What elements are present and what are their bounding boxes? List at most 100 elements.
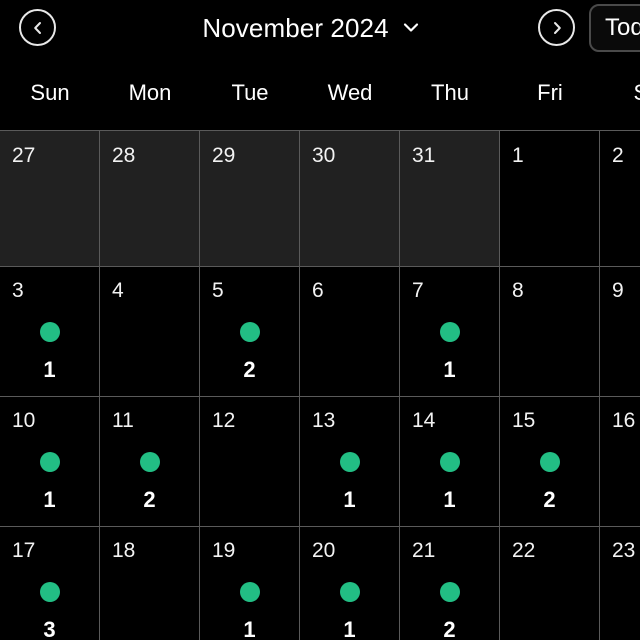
day-number: 15	[512, 409, 536, 432]
day-cell[interactable]: 21 2	[400, 527, 500, 640]
day-number: 9	[612, 279, 624, 302]
event-count: 2	[443, 617, 456, 640]
day-number: 12	[212, 409, 236, 432]
day-cell[interactable]: 91	[600, 267, 640, 396]
day-number: 1	[512, 144, 524, 167]
day-number: 21	[412, 539, 436, 562]
day-number: 3	[12, 279, 24, 302]
weekday-label-wed: Wed	[327, 80, 373, 105]
day-number: 5	[212, 279, 224, 302]
day-cell[interactable]: 4	[100, 267, 200, 396]
calendar-grid: 2728293031123145267189110111212131141152…	[0, 130, 640, 640]
day-cell[interactable]: 2	[600, 131, 640, 266]
previous-month-button[interactable]	[19, 9, 56, 46]
day-cell[interactable]: 23 1	[600, 527, 640, 640]
weekday-label-fri: Fri	[537, 80, 563, 105]
event-dot-icon	[39, 322, 60, 342]
calendar-week-row: 27 28 29 30 31 1 2	[0, 131, 640, 267]
calendar-screen: November 2024 Today Sun Mon Tue Wed Thu …	[0, 0, 640, 640]
day-number: 30	[312, 144, 336, 167]
day-cell[interactable]: 29	[200, 131, 300, 266]
day-number: 19	[212, 539, 236, 562]
day-number: 20	[312, 539, 336, 562]
event-count: 1	[600, 619, 640, 640]
day-cell[interactable]: 12	[200, 397, 300, 526]
event-count: 1	[343, 617, 356, 640]
event-count: 3	[43, 617, 56, 640]
day-cell[interactable]: 31	[0, 267, 100, 396]
day-number: 28	[112, 144, 136, 167]
day-number: 10	[12, 409, 36, 432]
day-number: 6	[312, 279, 324, 302]
day-cell[interactable]: 6	[300, 267, 400, 396]
day-cell[interactable]: 31	[400, 131, 500, 266]
calendar-week-row: 10 1 11 2 12 13 1 14 1 15 2 16	[0, 397, 640, 527]
day-number: 13	[312, 409, 336, 432]
event-count: 1	[443, 357, 456, 382]
day-cell[interactable]: 11 2	[100, 397, 200, 526]
calendar-week-row: 1731819120121222231	[0, 527, 640, 640]
event-count: 1	[43, 487, 56, 512]
weekday-label-sat: Sat	[600, 56, 640, 130]
chevron-down-icon	[400, 16, 422, 41]
chevron-left-icon	[30, 20, 46, 36]
day-cell[interactable]: 14 1	[400, 397, 500, 526]
calendar-week-row: 31452671891	[0, 267, 640, 397]
day-number: 7	[412, 279, 424, 302]
day-number: 17	[12, 539, 36, 562]
day-number: 16	[612, 409, 636, 432]
day-cell[interactable]: 8	[500, 267, 600, 396]
day-cell[interactable]: 22	[500, 527, 600, 640]
event-count: 1	[343, 487, 356, 512]
event-count: 2	[543, 487, 556, 512]
day-cell[interactable]: 71	[400, 267, 500, 396]
event-dot-icon	[239, 322, 260, 342]
event-dot-icon	[439, 452, 460, 472]
weekday-label-thu: Thu	[431, 80, 469, 105]
day-number: 23	[612, 539, 636, 562]
event-dot-icon	[539, 452, 560, 472]
page-title: November 2024	[202, 13, 389, 43]
day-number: 8	[512, 279, 524, 302]
day-number: 22	[512, 539, 536, 562]
day-cell[interactable]: 30	[300, 131, 400, 266]
event-dot-icon	[439, 582, 460, 602]
event-dot-icon	[339, 582, 360, 602]
today-button[interactable]: Today	[589, 4, 640, 52]
day-number: 31	[412, 144, 436, 167]
day-cell[interactable]: 52	[200, 267, 300, 396]
event-count: 1	[243, 617, 256, 640]
day-number: 27	[12, 144, 36, 167]
event-count: 1	[600, 359, 640, 381]
day-number: 14	[412, 409, 436, 432]
event-dot-icon	[139, 452, 160, 472]
day-number: 4	[112, 279, 124, 302]
weekday-header-row: Sun Mon Tue Wed Thu Fri Sat	[0, 56, 640, 130]
weekday-label-sun: Sun	[30, 80, 70, 105]
event-dot-icon	[39, 582, 60, 602]
event-dot-icon	[39, 452, 60, 472]
day-cell[interactable]: 1	[500, 131, 600, 266]
event-count: 1	[43, 357, 56, 382]
day-cell[interactable]: 16	[600, 397, 640, 526]
calendar-header: November 2024 Today	[0, 0, 640, 56]
day-cell[interactable]: 18	[100, 527, 200, 640]
day-cell[interactable]: 27	[0, 131, 100, 266]
next-month-button[interactable]	[538, 9, 575, 46]
event-dot-icon	[239, 582, 260, 602]
day-number: 18	[112, 539, 136, 562]
day-number: 2	[612, 144, 624, 167]
event-count: 1	[443, 487, 456, 512]
day-cell[interactable]: 17 3	[0, 527, 100, 640]
day-cell[interactable]: 10 1	[0, 397, 100, 526]
month-picker-button[interactable]: November 2024	[202, 15, 421, 41]
day-number: 29	[212, 144, 236, 167]
day-cell[interactable]: 28	[100, 131, 200, 266]
day-cell[interactable]: 19 1	[200, 527, 300, 640]
event-dot-icon	[339, 452, 360, 472]
event-dot-icon	[439, 322, 460, 342]
day-cell[interactable]: 15 2	[500, 397, 600, 526]
day-cell[interactable]: 20 1	[300, 527, 400, 640]
weekday-label-tue: Tue	[231, 80, 269, 105]
day-cell[interactable]: 13 1	[300, 397, 400, 526]
